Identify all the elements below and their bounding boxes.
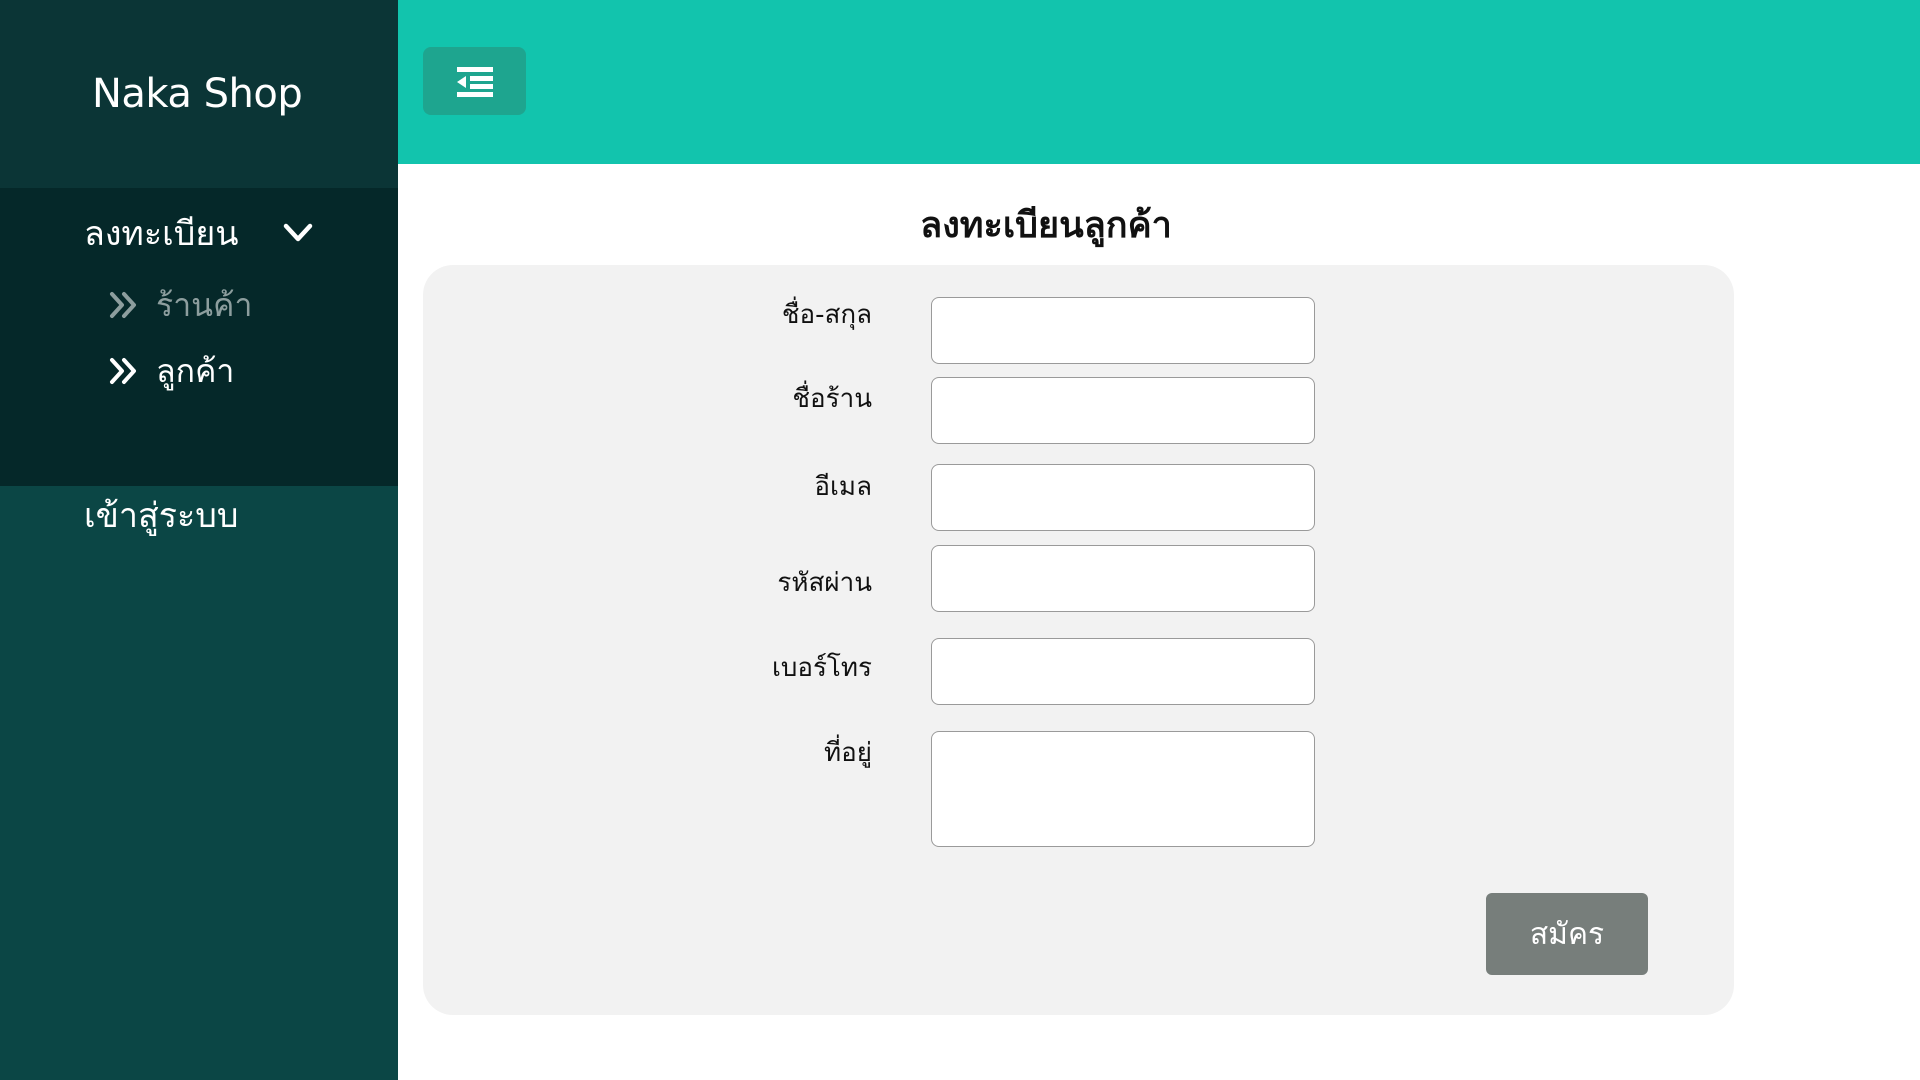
- register-menu-label: ลงทะเบียน: [84, 214, 239, 254]
- brand-logo[interactable]: Naka Shop: [0, 0, 398, 188]
- menu-collapse-icon: [456, 67, 493, 97]
- email-label: อีเมล: [814, 472, 872, 502]
- sidebar-item-login[interactable]: เข้าสู่ระบบ: [84, 490, 238, 540]
- password-label: รหัสผ่าน: [777, 568, 872, 598]
- chevron-down-icon: [283, 223, 313, 242]
- phone-input[interactable]: [931, 638, 1315, 705]
- email-input[interactable]: [931, 464, 1315, 531]
- brand-name[interactable]: Naka Shop: [92, 71, 303, 117]
- sidebar-item-login-label: เข้าสู่ระบบ: [84, 496, 239, 536]
- password-input[interactable]: [931, 545, 1315, 612]
- fullname-input[interactable]: [931, 297, 1315, 364]
- sidebar-toggle-button[interactable]: [423, 47, 526, 115]
- register-menu-toggle[interactable]: ลงทะเบียน: [84, 208, 324, 258]
- register-submit-button[interactable]: สมัคร: [1486, 893, 1648, 975]
- address-label: ที่อยู่: [824, 738, 872, 768]
- sidebar-item-shop[interactable]: ร้านค้า: [108, 282, 252, 328]
- sidebar-item-customer[interactable]: ลูกค้า: [108, 348, 234, 394]
- sidebar-item-customer-label: ลูกค้า: [156, 351, 235, 390]
- sidebar: Naka Shop ลงทะเบียน ร้านค้า ลูกค้า เข้าส…: [0, 0, 398, 1080]
- register-menu-group: ลงทะเบียน ร้านค้า ลูกค้า: [0, 188, 398, 486]
- page-title: ลงทะเบียนลูกค้า: [920, 205, 1172, 246]
- shopname-input[interactable]: [931, 377, 1315, 444]
- top-bar: [398, 0, 1920, 164]
- fullname-label: ชื่อ-สกุล: [781, 300, 872, 330]
- shopname-label: ชื่อร้าน: [792, 384, 872, 414]
- phone-label: เบอร์โทร: [771, 653, 872, 683]
- sidebar-item-shop-label: ร้านค้า: [156, 285, 253, 324]
- double-chevron-right-icon: [110, 358, 136, 384]
- address-input[interactable]: [931, 731, 1315, 847]
- double-chevron-right-icon: [110, 292, 136, 318]
